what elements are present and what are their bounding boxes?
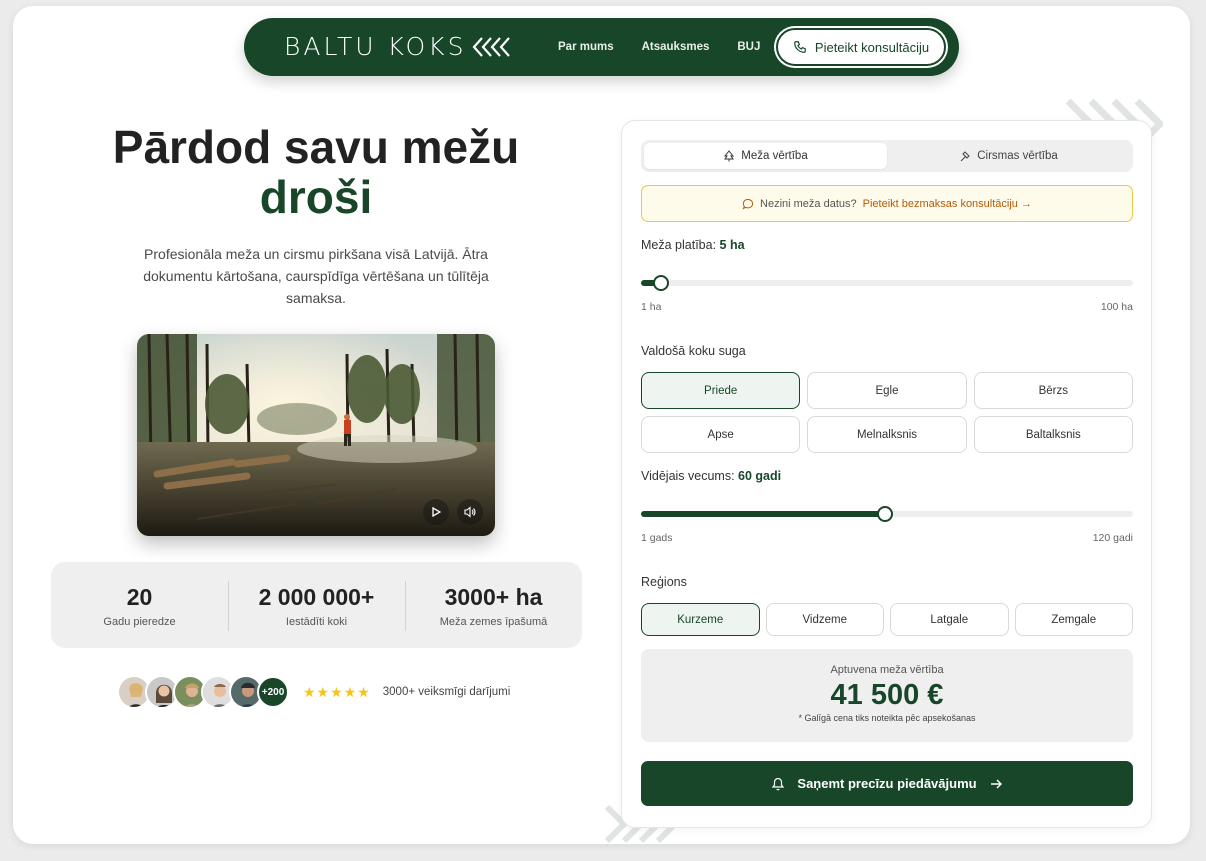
- area-max: 100 ha: [1100, 301, 1133, 313]
- stat-label: Meža zemes īpašumā: [439, 615, 548, 628]
- age-min: 1 gads: [641, 532, 673, 544]
- stat-land: 3000+ ha Meža zemes īpašumā: [405, 580, 582, 631]
- area-range: 1 ha 100 ha: [641, 301, 1133, 313]
- area-label: Meža platība: 5 ha: [641, 238, 745, 252]
- consultation-button-label: Pieteikt konsultāciju: [814, 39, 930, 55]
- rating-stars-icon: ★★★★★: [303, 683, 371, 700]
- hero-description: Profesionāla meža un cirsmu pirkšana vis…: [143, 246, 489, 306]
- consultation-notice: Nezini meža datus? Pieteikt bezmaksas ko…: [641, 185, 1133, 222]
- logo-chevrons-icon: [472, 37, 511, 57]
- play-icon: [432, 507, 441, 517]
- species-options: Priede Egle Bērzs Apse Melnalksnis Baltalksni…: [641, 372, 1133, 453]
- stat-value: 2 000 000+: [258, 583, 375, 610]
- value-calculator: Meža vērtība Cirsmas vērtība Nezini meža…: [621, 120, 1152, 828]
- area-label-text: Meža platība:: [641, 238, 717, 252]
- stat-trees: 2 000 000+ Iestādīti koki: [228, 580, 405, 631]
- stats-panel: 20 Gadu pieredze 2 000 000+ Iestādīti ko…: [51, 562, 582, 648]
- species-option-priede[interactable]: Priede: [641, 372, 801, 409]
- age-slider[interactable]: [641, 506, 1133, 522]
- species-option-apse[interactable]: Apse: [641, 416, 801, 453]
- age-slider-thumb[interactable]: [876, 506, 893, 522]
- stat-value: 20: [126, 583, 153, 610]
- species-label: Valdošā koku suga: [641, 344, 746, 358]
- estimate-note: * Galīgā cena tiks noteikta pēc apsekoša…: [798, 713, 976, 723]
- mute-button[interactable]: [457, 499, 483, 525]
- stat-label: Iestādīti koki: [285, 615, 348, 628]
- area-slider-thumb[interactable]: [652, 275, 669, 291]
- nav-link-buj[interactable]: BUJ: [737, 41, 760, 53]
- region-options: Kurzeme Vidzeme Latgale Zemgale: [641, 603, 1133, 636]
- tab-cutting-value[interactable]: Cirsmas vērtība: [887, 143, 1130, 169]
- social-proof: +200 ★★★★★ 3000+ veiksmīgi darījumi: [117, 675, 510, 709]
- estimate-panel: Aptuvena meža vērtība 41 500 € * Galīgā …: [641, 649, 1133, 742]
- hero-title: Pārdod savu mežu droši: [73, 122, 559, 222]
- hero-title-accent: droši: [259, 171, 373, 223]
- area-min: 1 ha: [641, 301, 662, 313]
- tree-icon: [724, 150, 735, 162]
- age-max: 120 gadi: [1092, 532, 1133, 544]
- stat-value: 3000+ ha: [444, 583, 543, 610]
- region-option-vidzeme[interactable]: Vidzeme: [765, 603, 884, 636]
- nav-link-atsauksmes[interactable]: Atsauksmes: [642, 41, 710, 53]
- age-label-text: Vidējais vecums:: [641, 469, 735, 483]
- species-option-bērzs[interactable]: Bērzs: [973, 372, 1133, 409]
- more-customers-badge: +200: [257, 676, 289, 708]
- play-button[interactable]: [423, 499, 449, 525]
- volume-icon: [464, 506, 476, 518]
- age-slider-fill: [641, 511, 885, 517]
- species-option-egle[interactable]: Egle: [807, 372, 967, 409]
- estimate-value: 41 500 €: [830, 679, 944, 711]
- region-option-latgale[interactable]: Latgale: [890, 603, 1009, 636]
- get-offer-button[interactable]: Saņemt precīzu piedāvājumu: [641, 761, 1133, 806]
- chat-icon: [742, 198, 754, 210]
- species-option-baltalksnis[interactable]: Baltalksnis: [973, 416, 1133, 453]
- axe-icon: [960, 151, 970, 162]
- region-label: Reģions: [641, 575, 687, 589]
- estimate-label: Aptuvena meža vērtība: [830, 664, 944, 676]
- page-card: BALTU KOKS Par mums Atsauksmes BUJ Piete…: [13, 6, 1190, 844]
- arrow-right-icon: [990, 779, 1002, 788]
- top-nav: BALTU KOKS Par mums Atsauksmes BUJ Piete…: [244, 18, 959, 76]
- consultation-button[interactable]: Pieteikt konsultāciju: [776, 28, 946, 66]
- tab-label: Cirsmas vērtība: [977, 150, 1058, 162]
- deals-count-text: 3000+ veiksmīgi darījumi: [382, 686, 511, 698]
- age-range: 1 gads 120 gadi: [641, 532, 1133, 544]
- age-value: 60 gadi: [738, 469, 782, 483]
- hero-title-line: Pārdod savu mežu: [112, 121, 520, 173]
- region-option-zemgale[interactable]: Zemgale: [1014, 603, 1133, 636]
- calculator-tabs: Meža vērtība Cirsmas vērtība: [641, 140, 1133, 172]
- tab-label: Meža vērtība: [741, 150, 808, 162]
- bell-icon: [772, 777, 785, 790]
- nav-link-par-mums[interactable]: Par mums: [558, 41, 614, 53]
- phone-icon: [794, 41, 806, 53]
- nav-links: Par mums Atsauksmes BUJ: [558, 18, 760, 76]
- logo-text: BALTU KOKS: [284, 32, 467, 61]
- brand-logo[interactable]: BALTU KOKS: [284, 32, 511, 61]
- hero-video[interactable]: [137, 334, 495, 536]
- species-option-melnalksnis[interactable]: Melnalksnis: [807, 416, 967, 453]
- region-option-kurzeme[interactable]: Kurzeme: [641, 603, 760, 636]
- stat-experience: 20 Gadu pieredze: [51, 583, 228, 628]
- age-label: Vidējais vecums: 60 gadi: [641, 469, 781, 483]
- notice-text: Nezini meža datus?: [760, 197, 857, 210]
- area-value: 5 ha: [719, 238, 745, 252]
- get-offer-label: Saņemt precīzu piedāvājumu: [797, 776, 977, 791]
- free-consultation-link[interactable]: Pieteikt bezmaksas konsultāciju →: [863, 198, 1032, 210]
- stat-label: Gadu pieredze: [103, 615, 176, 628]
- area-slider[interactable]: [641, 275, 1133, 291]
- tab-forest-value[interactable]: Meža vērtība: [644, 143, 887, 169]
